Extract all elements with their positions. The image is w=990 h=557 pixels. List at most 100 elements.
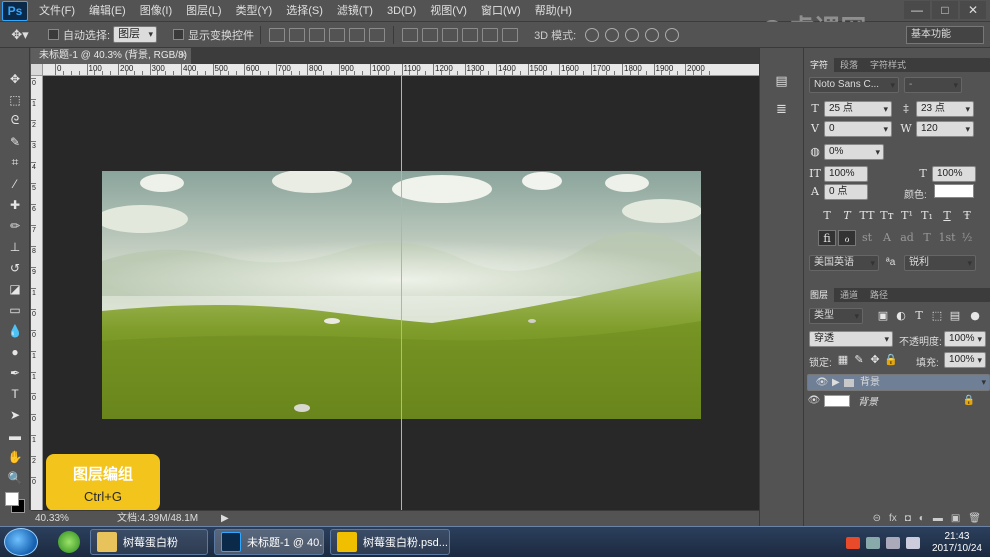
taskbar-item-folder[interactable]: 树莓蛋白粉	[90, 529, 208, 555]
font-size-field[interactable]: 25 点	[824, 101, 892, 117]
all-caps-icon[interactable]: TT	[858, 208, 876, 224]
taskbar-item-photoshop[interactable]: 未标题-1 @ 40.3...	[214, 529, 324, 555]
baseline-shift-field[interactable]: 0 点	[824, 184, 868, 200]
swash-icon[interactable]: A	[878, 230, 896, 246]
eraser-tool-icon[interactable]: ◪	[0, 278, 30, 299]
filter-smart-object-icon[interactable]: ▤	[948, 309, 962, 323]
adjustment-layer-icon[interactable]: ◐	[919, 513, 925, 524]
filter-toggle-icon[interactable]: ●	[968, 309, 982, 323]
link-layers-icon[interactable]: ⊝	[873, 513, 881, 524]
vertical-guide-line[interactable]	[401, 76, 402, 510]
menu-file[interactable]: 文件(F)	[32, 0, 82, 22]
delete-layer-icon[interactable]: 🗑	[968, 513, 981, 524]
move-tool-preset-icon[interactable]: ✥▾	[0, 27, 40, 43]
clock[interactable]: 21:43 2017/10/24	[932, 531, 982, 555]
menu-type[interactable]: 类型(Y)	[229, 0, 280, 22]
fx-icon[interactable]: fx	[889, 513, 897, 524]
zoom-level[interactable]: 40.33%	[35, 511, 69, 527]
layer-row[interactable]: 👁 ▶ 背景	[807, 374, 990, 391]
new-layer-icon[interactable]: ▣	[951, 513, 960, 524]
font-family-dropdown[interactable]: Noto Sans C...	[809, 77, 899, 93]
stylistic-alternates-icon[interactable]: st	[858, 230, 876, 246]
visibility-eye-icon[interactable]: 👁	[812, 375, 832, 390]
tab-character-styles[interactable]: 字符样式	[864, 58, 912, 72]
tray-network-icon[interactable]	[885, 536, 900, 549]
horizontal-ruler[interactable]: 0 100 200 300 400 500 600 700 800 900 1000 1100 1200…	[43, 64, 759, 76]
history-brush-tool-icon[interactable]: ↺	[0, 257, 30, 278]
layer-filter-dropdown[interactable]: 类型	[809, 308, 863, 324]
hand-tool-icon[interactable]: ✋	[0, 446, 30, 467]
workspace-dropdown[interactable]: 基本功能	[906, 26, 984, 44]
minimize-button[interactable]: —	[904, 1, 930, 19]
faux-italic-icon[interactable]: T	[838, 208, 856, 224]
menu-select[interactable]: 选择(S)	[279, 0, 330, 22]
menu-edit[interactable]: 编辑(E)	[82, 0, 133, 22]
brush-tool-icon[interactable]: ✏	[0, 215, 30, 236]
tray-flag-icon[interactable]	[865, 536, 880, 549]
dodge-tool-icon[interactable]: ●	[0, 341, 30, 362]
distribute-right-icon[interactable]	[502, 27, 519, 42]
lock-all-icon[interactable]: 🔒	[884, 353, 898, 367]
layer-row[interactable]: 👁 背景 🔒	[804, 392, 987, 409]
show-transform-checkbox[interactable]	[173, 29, 185, 40]
close-button[interactable]: ✕	[960, 1, 986, 19]
filter-shape-icon[interactable]: ⬚	[930, 309, 944, 323]
3d-rotate-icon[interactable]	[585, 27, 600, 42]
tab-character[interactable]: 字符	[804, 58, 835, 72]
distribute-left-icon[interactable]	[462, 27, 479, 42]
lasso-tool-icon[interactable]: ᘓ	[0, 110, 30, 131]
layer-name[interactable]: 背景	[858, 393, 878, 408]
lock-transparency-icon[interactable]: ▦	[836, 353, 850, 367]
tab-channels[interactable]: 通道	[834, 288, 864, 302]
tab-paragraph[interactable]: 段落	[834, 58, 864, 72]
menu-help[interactable]: 帮助(H)	[528, 0, 579, 22]
move-tool-icon[interactable]: ✥	[0, 68, 30, 89]
ruler-origin[interactable]	[31, 64, 43, 76]
titling-icon[interactable]: ad	[898, 230, 916, 246]
path-selection-tool-icon[interactable]: ➤	[0, 404, 30, 425]
rectangle-tool-icon[interactable]: ▬	[0, 425, 30, 446]
auto-select-dropdown[interactable]: 图层	[113, 26, 158, 43]
opacity-field[interactable]: 100%	[944, 331, 986, 347]
canvas-area[interactable]	[43, 76, 759, 510]
distribute-top-icon[interactable]	[402, 27, 419, 42]
distribute-vcenter-icon[interactable]	[422, 27, 439, 42]
filter-pixel-icon[interactable]: ▣	[876, 309, 890, 323]
menu-view[interactable]: 视图(V)	[423, 0, 474, 22]
eyedropper-tool-icon[interactable]: ⁄	[0, 173, 30, 194]
type-tool-icon[interactable]: T	[0, 383, 30, 404]
start-button[interactable]	[4, 528, 38, 556]
font-style-dropdown[interactable]: -	[904, 77, 962, 93]
lock-position-icon[interactable]: ✥	[868, 353, 882, 367]
filter-adjustment-icon[interactable]: ◐	[894, 309, 908, 323]
add-mask-icon[interactable]: ◘	[905, 513, 911, 524]
align-right-icon[interactable]	[369, 27, 386, 42]
fractions-icon[interactable]: ½	[958, 230, 976, 246]
document-tab[interactable]: 未标题-1 @ 40.3% (背景, RGB/8) * ×	[31, 48, 191, 77]
menu-window[interactable]: 窗口(W)	[474, 0, 528, 22]
tray-volume-icon[interactable]	[905, 536, 920, 549]
underline-icon[interactable]: T	[938, 208, 956, 224]
healing-brush-tool-icon[interactable]: ✚	[0, 194, 30, 215]
menu-3d[interactable]: 3D(D)	[380, 0, 423, 22]
3d-scale-icon[interactable]	[665, 27, 680, 42]
align-vcenter-icon[interactable]	[289, 27, 306, 42]
tray-app-icon[interactable]	[845, 536, 860, 549]
pen-tool-icon[interactable]: ✒	[0, 362, 30, 383]
fill-field[interactable]: 100%	[944, 352, 986, 368]
expand-arrow-icon[interactable]: ▶	[832, 375, 842, 390]
align-top-icon[interactable]	[269, 27, 286, 42]
layer-name[interactable]: 背景	[860, 375, 880, 390]
antialias-dropdown[interactable]: 锐利	[904, 255, 976, 271]
menu-filter[interactable]: 滤镜(T)	[330, 0, 380, 22]
text-color-swatch[interactable]	[934, 184, 974, 198]
leading-field[interactable]: 23 点	[916, 101, 974, 117]
maximize-button[interactable]: □	[932, 1, 958, 19]
new-group-icon[interactable]: ▬	[933, 513, 943, 524]
menu-image[interactable]: 图像(I)	[133, 0, 179, 22]
quick-select-tool-icon[interactable]: ✎	[0, 131, 30, 152]
3d-drag-icon[interactable]	[625, 27, 640, 42]
properties-panel-icon[interactable]: ≣	[770, 98, 794, 120]
faux-bold-icon[interactable]: T	[818, 208, 836, 224]
distribute-bottom-icon[interactable]	[442, 27, 459, 42]
